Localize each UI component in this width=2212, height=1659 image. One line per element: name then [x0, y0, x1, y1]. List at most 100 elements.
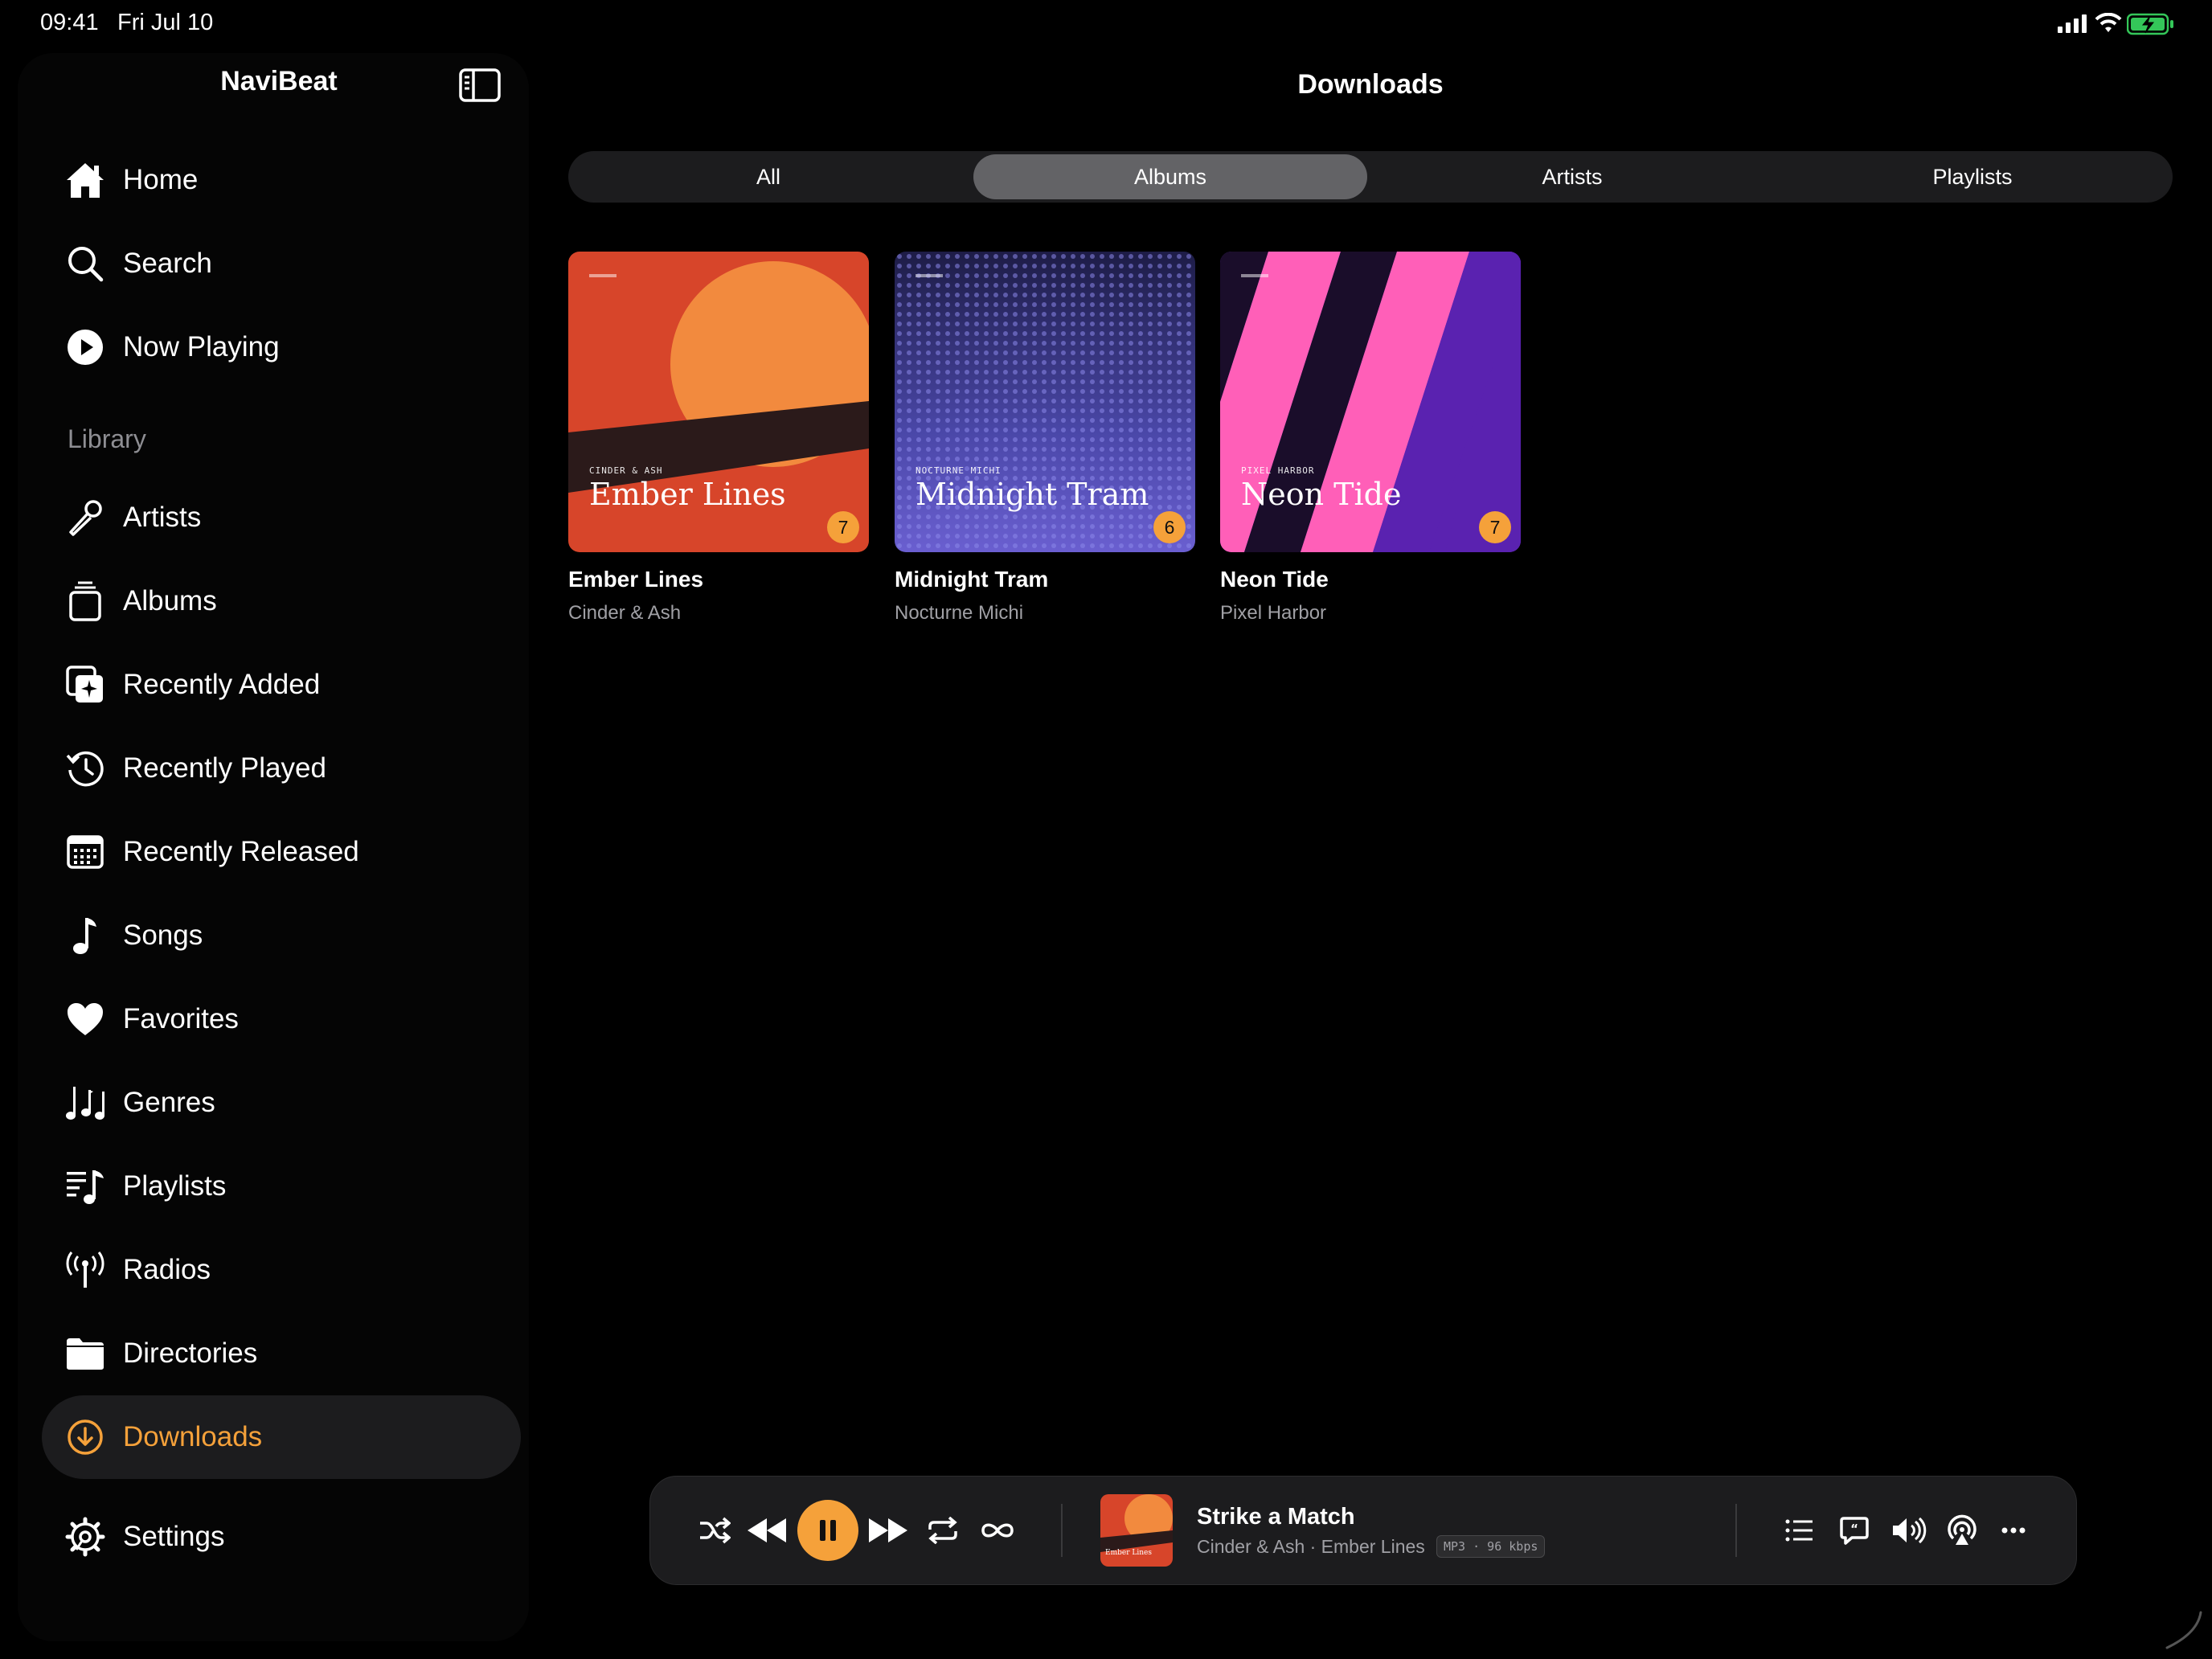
- volume-icon[interactable]: [1891, 1517, 1927, 1544]
- sidebar-item-label: Recently Added: [123, 669, 321, 700]
- airplay-icon[interactable]: [1946, 1514, 1978, 1546]
- sidebar-item-label: Radios: [123, 1254, 211, 1285]
- sidebar-item-downloads[interactable]: Downloads: [42, 1395, 521, 1479]
- pause-button[interactable]: [797, 1500, 858, 1561]
- sidebar-item-radios[interactable]: Radios: [42, 1228, 521, 1312]
- album-cover[interactable]: NOCTURNE MICHI Midnight Tram 6: [895, 252, 1195, 552]
- album-card[interactable]: PIXEL HARBOR Neon Tide 7 Neon Tide Pixel…: [1220, 252, 1521, 625]
- sidebar-item-label: Recently Released: [123, 836, 359, 867]
- format-badge: MP3 · 96 kbps: [1436, 1535, 1546, 1558]
- playlist-icon: [64, 1165, 106, 1207]
- album-title: Ember Lines: [568, 567, 704, 592]
- sidebar-item-label: Genres: [123, 1087, 215, 1118]
- sidebar-item-now-playing[interactable]: Now Playing: [42, 305, 521, 389]
- microphone-icon: [64, 497, 106, 539]
- album-artist: Nocturne Michi: [895, 602, 1024, 624]
- wifi-icon: [2095, 12, 2122, 38]
- sidebar-item-settings[interactable]: Settings: [42, 1495, 521, 1579]
- cover-artist-text: CINDER & ASH: [589, 465, 663, 476]
- rewind-icon[interactable]: [746, 1517, 788, 1544]
- sidebar-item-label: Songs: [123, 920, 203, 951]
- sidebar-item-label: Albums: [123, 585, 217, 616]
- album-card[interactable]: NOCTURNE MICHI Midnight Tram 6 Midnight …: [895, 252, 1195, 625]
- sidebar-item-songs[interactable]: Songs: [42, 894, 521, 977]
- house-icon: [64, 159, 106, 201]
- sidebar-item-genres[interactable]: Genres: [42, 1061, 521, 1145]
- sidebar-item-artists[interactable]: Artists: [42, 476, 521, 559]
- svg-text:“: “: [1850, 1522, 1858, 1536]
- sidebar-item-search[interactable]: Search: [42, 222, 521, 305]
- sidebar-toggle-icon[interactable]: [458, 68, 502, 107]
- fast-forward-icon[interactable]: [867, 1517, 909, 1544]
- sidebar-item-label: Playlists: [123, 1170, 227, 1202]
- app-title: NaviBeat: [220, 66, 338, 96]
- sidebar-item-label: Recently Played: [123, 752, 326, 784]
- sidebar-item-playlists[interactable]: Playlists: [42, 1145, 521, 1228]
- folder-icon: [64, 1333, 106, 1374]
- status-bar: 09:41 Fri Jul 10: [0, 0, 2212, 48]
- mini-player: Ember Lines Strike a Match Cinder & Ash …: [649, 1476, 2077, 1585]
- sidebar-item-albums[interactable]: Albums: [42, 559, 521, 643]
- play-circle-icon: [64, 326, 106, 368]
- sidebar: NaviBeat Home Search Now Playing Library…: [18, 53, 529, 1641]
- track-count-badge: 7: [1479, 511, 1511, 543]
- cover-title-text: Neon Tide: [1241, 477, 1402, 512]
- sidebar-item-label: Favorites: [123, 1003, 239, 1034]
- tab-albums[interactable]: Albums: [973, 154, 1367, 199]
- sidebar-item-label: Downloads: [123, 1421, 263, 1452]
- add-star-icon: [64, 664, 106, 706]
- sidebar-item-recently-added[interactable]: Recently Added: [42, 643, 521, 727]
- corner-resize-handle-icon[interactable]: [2162, 1609, 2202, 1653]
- tab-artists[interactable]: Artists: [1375, 154, 1769, 199]
- album-artist: Pixel Harbor: [1220, 602, 1327, 624]
- sidebar-item-label: Search: [123, 248, 212, 279]
- now-playing-artwork[interactable]: Ember Lines: [1100, 1494, 1173, 1567]
- magnifier-icon: [64, 243, 106, 285]
- cover-title-text: Midnight Tram: [916, 477, 1149, 512]
- infinity-icon[interactable]: [980, 1521, 1015, 1540]
- album-artist: Cinder & Ash: [568, 602, 682, 624]
- sidebar-item-recently-played[interactable]: Recently Played: [42, 727, 521, 810]
- shuffle-icon[interactable]: [698, 1517, 731, 1544]
- sidebar-item-label: Artists: [123, 502, 202, 533]
- sidebar-item-recently-released[interactable]: Recently Released: [42, 810, 521, 894]
- gear-icon: [64, 1516, 106, 1558]
- music-notes-icon: [64, 1082, 106, 1124]
- cover-artist-text: NOCTURNE MICHI: [916, 465, 1002, 476]
- sidebar-item-label: Home: [123, 164, 199, 195]
- track-count-badge: 6: [1153, 511, 1186, 543]
- battery-charging-icon: [2126, 13, 2175, 39]
- album-cover[interactable]: PIXEL HARBOR Neon Tide 7: [1220, 252, 1521, 552]
- cellular-signal-icon: [2058, 14, 2088, 37]
- album-card[interactable]: CINDER & ASH Ember Lines 7 Ember Lines C…: [568, 252, 869, 625]
- sidebar-item-favorites[interactable]: Favorites: [42, 977, 521, 1061]
- artwork-caption: Ember Lines: [1105, 1549, 1152, 1557]
- heart-icon: [64, 998, 106, 1040]
- repeat-icon[interactable]: [927, 1517, 959, 1544]
- page-title: Downloads: [1297, 69, 1444, 100]
- section-library: Library: [68, 424, 146, 453]
- divider: [1735, 1504, 1737, 1557]
- more-options-icon[interactable]: [2001, 1527, 2026, 1534]
- cover-title-text: Ember Lines: [589, 477, 786, 512]
- track-subtitle: Cinder & Ash · Ember Lines: [1197, 1536, 1425, 1557]
- album-title: Midnight Tram: [895, 567, 1049, 592]
- divider: [1061, 1504, 1063, 1557]
- status-date: Fri Jul 10: [117, 10, 214, 35]
- history-clock-icon: [64, 748, 106, 789]
- album-cover[interactable]: CINDER & ASH Ember Lines 7: [568, 252, 869, 552]
- queue-list-icon[interactable]: [1785, 1518, 1814, 1542]
- pause-icon: [820, 1520, 836, 1541]
- sidebar-item-label: Directories: [123, 1337, 258, 1369]
- track-title: Strike a Match: [1197, 1504, 1355, 1530]
- tab-playlists[interactable]: Playlists: [1776, 154, 2169, 199]
- calendar-icon: [64, 831, 106, 873]
- music-note-icon: [64, 915, 106, 956]
- sidebar-item-home[interactable]: Home: [42, 138, 521, 222]
- sidebar-item-directories[interactable]: Directories: [42, 1312, 521, 1395]
- status-time: 09:41: [40, 10, 99, 35]
- tab-all[interactable]: All: [571, 154, 965, 199]
- lyrics-bubble-icon[interactable]: “: [1839, 1516, 1870, 1545]
- antenna-icon: [64, 1249, 106, 1291]
- download-circle-icon: [64, 1416, 106, 1458]
